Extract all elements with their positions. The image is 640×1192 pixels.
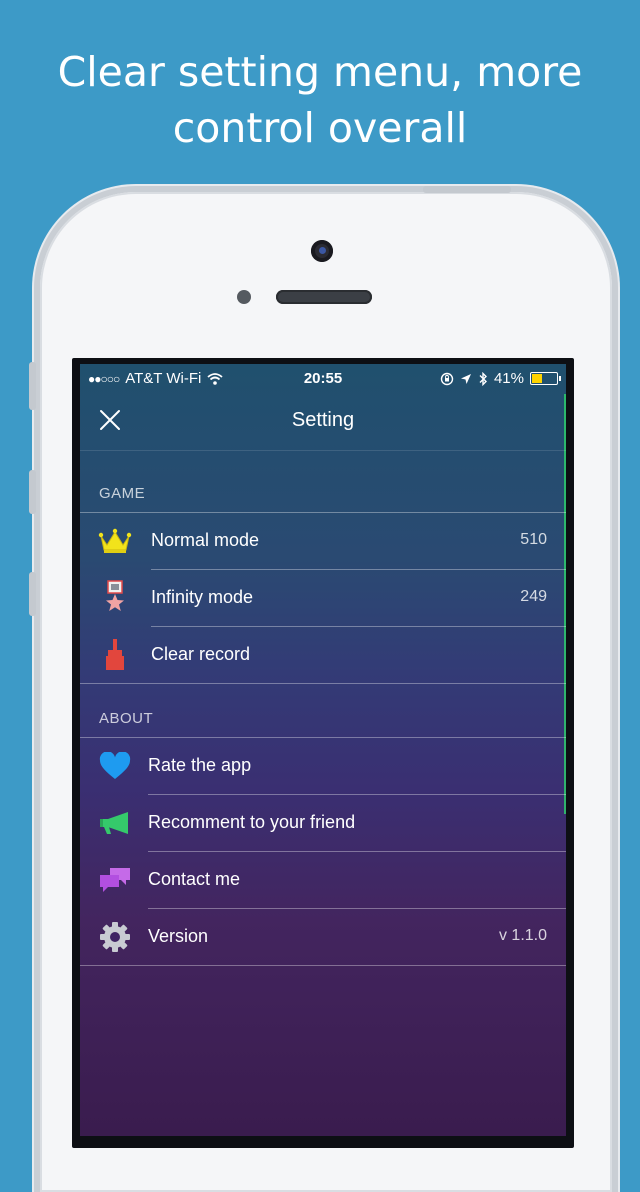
heart-icon	[98, 749, 132, 783]
megaphone-icon	[98, 806, 132, 840]
proximity-sensor	[237, 290, 251, 304]
status-bar: ●●○○○ AT&T Wi-Fi 20:55 41%	[80, 364, 566, 394]
page-title: Setting	[291, 409, 355, 431]
phone-power-button	[423, 186, 511, 193]
divider	[80, 965, 566, 966]
front-camera	[311, 240, 333, 262]
battery-percent: 41%	[493, 370, 524, 387]
crown-icon	[98, 524, 132, 558]
settings-row-contact[interactable]: Contact me	[80, 851, 566, 908]
settings-row-clear-record[interactable]: Clear record	[80, 626, 566, 683]
orientation-lock-icon	[440, 372, 454, 385]
battery-icon	[530, 372, 561, 385]
location-icon	[460, 373, 471, 384]
settings-row-recommend[interactable]: Recomment to your friend	[80, 794, 566, 851]
settings-row-version[interactable]: Version v 1.1.0	[80, 908, 566, 965]
bluetooth-icon	[479, 371, 487, 386]
phone-volume-up-button	[29, 470, 36, 514]
app-display: ●●○○○ AT&T Wi-Fi 20:55 41% Setting GAME …	[80, 364, 566, 1136]
settings-row-rate-app[interactable]: Rate the app	[80, 737, 566, 794]
settings-row-value: 249	[520, 588, 547, 605]
brush-icon	[98, 638, 132, 672]
settings-row-label: Normal mode	[151, 530, 260, 550]
settings-row-label: Recomment to your friend	[148, 812, 356, 832]
navigation-bar: Setting	[80, 394, 566, 451]
phone-volume-down-button	[29, 572, 36, 616]
phone-side-button	[29, 362, 36, 410]
gear-icon	[98, 920, 132, 954]
section-header-game: GAME	[99, 485, 146, 502]
settings-row-label: Clear record	[151, 644, 251, 664]
settings-row-value: v 1.1.0	[498, 927, 547, 944]
section-header-about: ABOUT	[99, 710, 154, 727]
divider	[80, 683, 566, 684]
battery-level-fill	[532, 374, 542, 383]
promo-headline: Clear setting menu, more control overall	[0, 44, 640, 156]
status-right: 41%	[440, 370, 561, 387]
settings-row-label: Rate the app	[148, 755, 252, 775]
chat-bubbles-icon	[98, 863, 132, 897]
settings-row-value: 510	[520, 531, 547, 548]
settings-row-normal-mode[interactable]: Normal mode 510	[80, 512, 566, 569]
medal-icon	[98, 580, 132, 615]
settings-row-label: Contact me	[148, 869, 241, 889]
settings-row-infinity-mode[interactable]: Infinity mode 249	[80, 569, 566, 626]
earpiece-speaker	[276, 290, 372, 304]
settings-row-label: Infinity mode	[151, 587, 254, 607]
promo-headline-text: Clear setting menu, more control overall	[57, 48, 583, 152]
settings-row-label: Version	[148, 926, 209, 946]
